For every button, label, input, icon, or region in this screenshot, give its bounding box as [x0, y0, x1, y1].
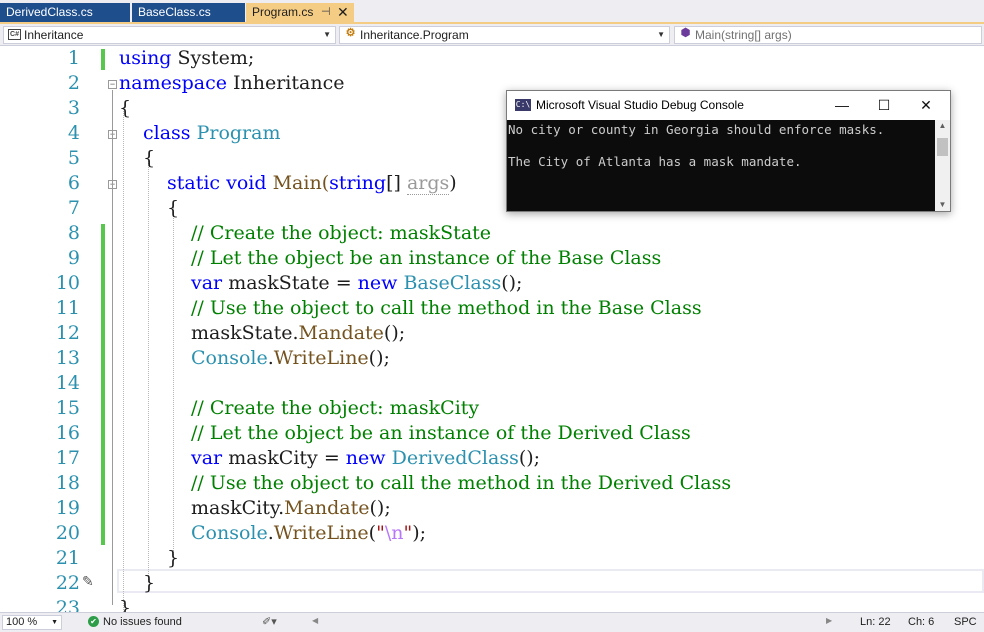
- line-number: 10: [55, 272, 80, 294]
- minimize-button[interactable]: —: [827, 94, 857, 116]
- scroll-right-icon[interactable]: ▶: [826, 616, 832, 625]
- console-titlebar[interactable]: C:\ Microsoft Visual Studio Debug Consol…: [507, 91, 950, 120]
- document-tab-strip: DerivedClass.cs BaseClass.cs Program.cs …: [0, 0, 984, 24]
- maximize-button[interactable]: ☐: [869, 94, 899, 116]
- close-icon[interactable]: ✕: [337, 3, 349, 22]
- member-dropdown-value: Main(string[] args): [695, 28, 792, 42]
- member-dropdown[interactable]: ⬢ Main(string[] args): [674, 26, 982, 44]
- line-number: 4: [67, 122, 80, 144]
- line-number: 16: [55, 422, 80, 444]
- line-number: 21: [55, 547, 80, 569]
- console-app-icon: C:\: [515, 99, 531, 111]
- type-dropdown-value: Inheritance.Program: [360, 28, 469, 42]
- class-icon: ⚙: [345, 27, 356, 39]
- pin-icon[interactable]: ⊣: [321, 3, 331, 22]
- type-dropdown[interactable]: ⚙ Inheritance.Program ▼: [339, 26, 670, 44]
- line-number: 15: [55, 397, 80, 419]
- line-number: 23: [55, 597, 80, 612]
- code-line: maskCity.Mandate();: [191, 497, 391, 519]
- indent-guide: [123, 107, 124, 612]
- indent-guide: [173, 207, 174, 557]
- code-line: {: [119, 97, 132, 119]
- console-scrollbar[interactable]: ▲ ▼: [935, 120, 950, 211]
- line-number: 1: [67, 47, 80, 69]
- line-number: 2: [67, 72, 80, 94]
- tab-derivedclass[interactable]: DerivedClass.cs: [0, 3, 130, 22]
- change-marker: [101, 49, 105, 70]
- whitespace-mode[interactable]: SPC: [954, 616, 977, 628]
- code-line: {: [167, 197, 180, 219]
- line-number: 7: [67, 197, 80, 219]
- chevron-down-icon: ▼: [657, 30, 665, 39]
- console-output[interactable]: No city or county in Georgia should enfo…: [507, 120, 935, 211]
- outline-line: [112, 90, 113, 605]
- csharp-project-icon: C#: [8, 29, 21, 40]
- code-line: // Use the object to call the method in …: [191, 297, 702, 319]
- change-marker: [101, 224, 105, 545]
- line-number: 20: [55, 522, 80, 544]
- scroll-left-icon[interactable]: ◀: [312, 616, 318, 625]
- scrollbar-thumb[interactable]: [937, 138, 948, 156]
- line-number: 5: [67, 147, 80, 169]
- code-line: var maskState = new BaseClass();: [191, 272, 523, 294]
- line-number: 3: [67, 97, 80, 119]
- close-button[interactable]: ✕: [911, 94, 941, 116]
- line-number: 22: [55, 572, 80, 594]
- column-indicator: Ch: 6: [908, 616, 935, 628]
- line-number: 8: [67, 222, 80, 244]
- code-line: }: [119, 597, 132, 612]
- navigation-bar: C# Inheritance ▼ ⚙ Inheritance.Program ▼…: [0, 24, 984, 46]
- code-line: using System;: [119, 47, 255, 69]
- quick-actions-icon[interactable]: ✎: [82, 573, 94, 590]
- tab-label: Program.cs: [252, 5, 314, 19]
- line-number: 9: [67, 247, 80, 269]
- debug-console-window[interactable]: C:\ Microsoft Visual Studio Debug Consol…: [506, 90, 951, 212]
- indent-guide: [148, 157, 149, 582]
- zoom-value: 100 %: [6, 616, 38, 628]
- chevron-down-icon: ▼: [323, 30, 331, 39]
- code-cleanup-icon[interactable]: ✐▾: [262, 615, 277, 628]
- line-number: 12: [55, 322, 80, 344]
- project-dropdown-value: Inheritance: [24, 28, 84, 42]
- code-line: // Create the object: maskState: [191, 222, 492, 244]
- line-number: 14: [55, 372, 80, 394]
- tab-label: BaseClass.cs: [138, 5, 211, 19]
- line-number: 6: [67, 172, 80, 194]
- tab-baseclass[interactable]: BaseClass.cs: [132, 3, 245, 22]
- code-line: namespace Inheritance: [119, 72, 345, 94]
- issues-indicator[interactable]: No issues found: [103, 616, 182, 628]
- zoom-dropdown[interactable]: 100 % ▼: [2, 615, 62, 630]
- project-dropdown[interactable]: C# Inheritance ▼: [3, 26, 336, 44]
- line-number: 18: [55, 472, 80, 494]
- line-number: 13: [55, 347, 80, 369]
- code-line: // Let the object be an instance of the …: [191, 422, 691, 444]
- chevron-down-icon: ▼: [51, 619, 58, 626]
- scroll-up-icon[interactable]: ▲: [935, 121, 950, 130]
- current-line-highlight: [117, 569, 984, 593]
- code-line: Console.WriteLine("\n");: [191, 522, 427, 544]
- code-line: Console.WriteLine();: [191, 347, 390, 369]
- tab-label: DerivedClass.cs: [6, 5, 93, 19]
- scroll-down-icon[interactable]: ▼: [935, 200, 950, 209]
- code-line: maskState.Mandate();: [191, 322, 406, 344]
- console-title: Microsoft Visual Studio Debug Console: [536, 98, 744, 112]
- code-line: }: [143, 572, 156, 594]
- code-line: static void Main(string[] args): [167, 172, 457, 195]
- code-line: // Let the object be an instance of the …: [191, 247, 662, 269]
- check-icon: ✔: [88, 616, 99, 627]
- method-icon: ⬢: [680, 27, 691, 39]
- code-line: {: [143, 147, 156, 169]
- code-line: }: [167, 547, 180, 569]
- collapse-icon[interactable]: −: [108, 80, 117, 89]
- code-line: class Program: [143, 122, 281, 144]
- code-line: // Create the object: maskCity: [191, 397, 480, 419]
- tab-program[interactable]: Program.cs ⊣ ✕: [246, 3, 354, 24]
- editor-status-bar: 100 % ▼ ✔ No issues found ✐▾ ◀ ▶ Ln: 22 …: [0, 612, 984, 632]
- line-number: 19: [55, 497, 80, 519]
- code-line: var maskCity = new DerivedClass();: [191, 447, 541, 469]
- line-indicator: Ln: 22: [860, 616, 891, 628]
- code-line: // Use the object to call the method in …: [191, 472, 732, 494]
- line-number: 11: [55, 297, 80, 319]
- line-number: 17: [55, 447, 80, 469]
